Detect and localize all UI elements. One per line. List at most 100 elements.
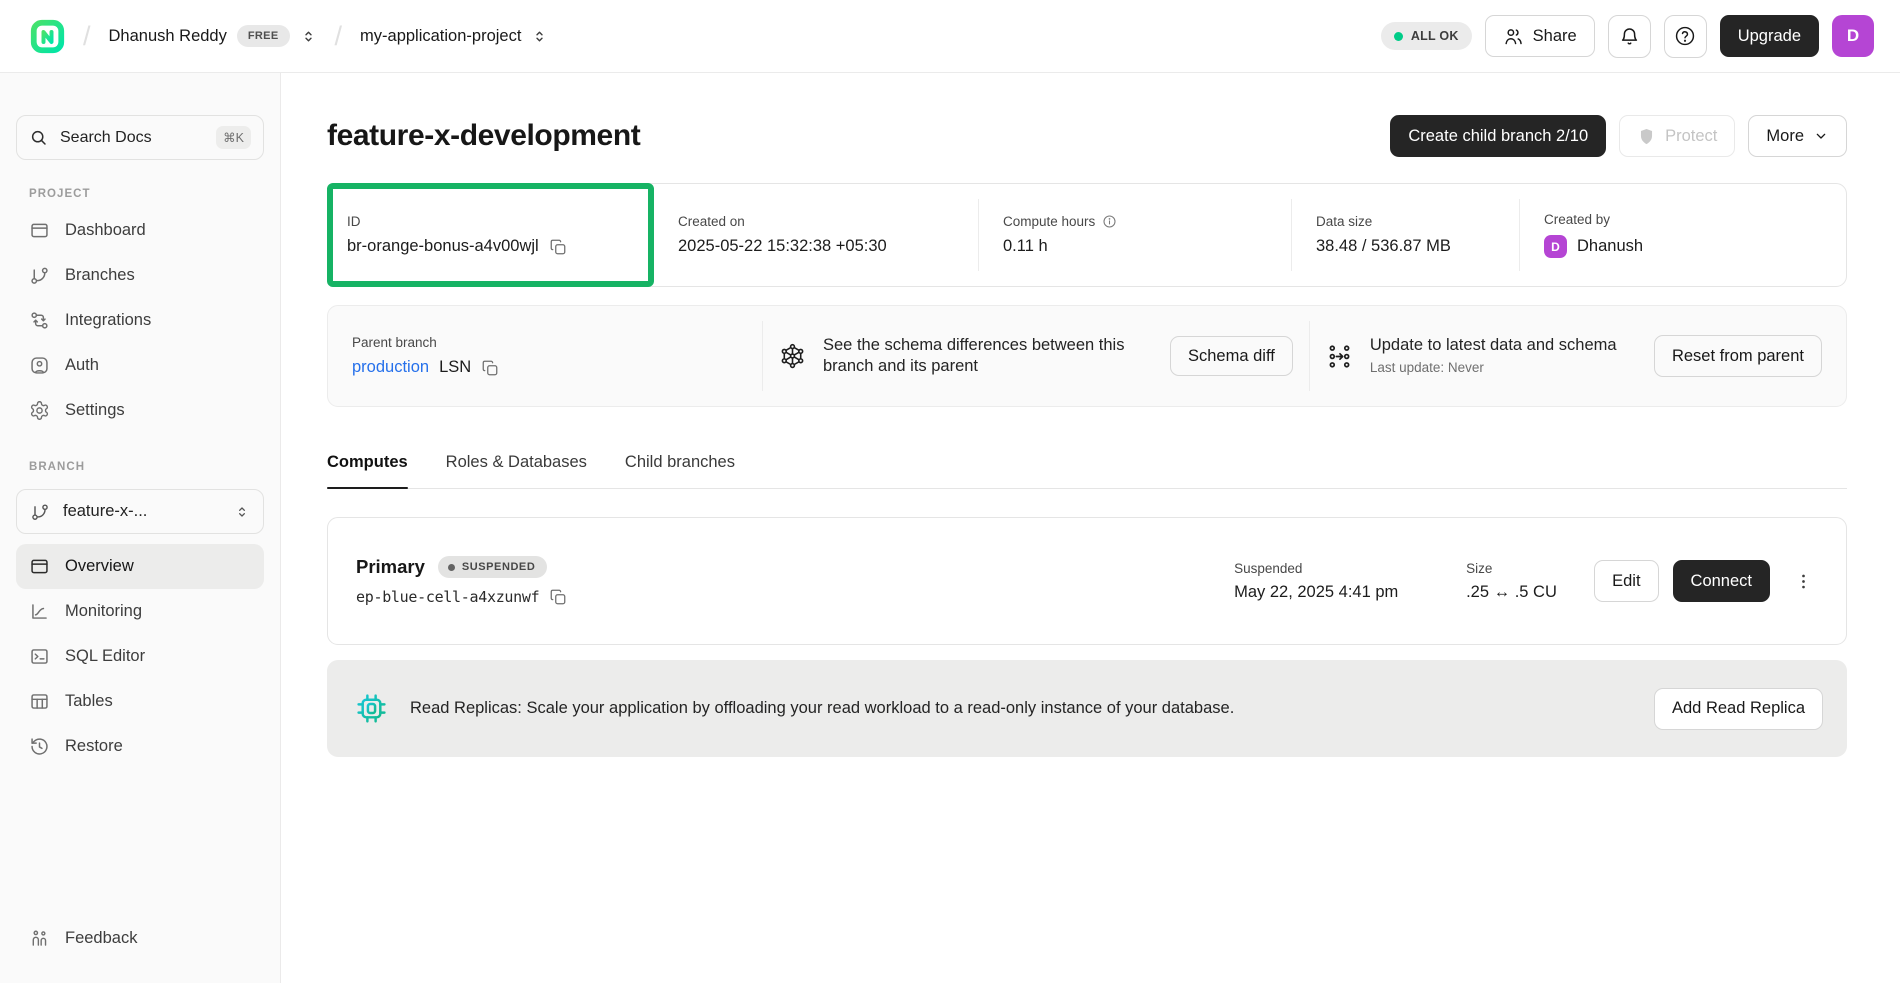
branch-id-value: br-orange-bonus-a4v00wjl bbox=[347, 237, 539, 256]
read-replica-banner: Read Replicas: Scale your application by… bbox=[327, 660, 1847, 757]
compute-card: Primary SUSPENDED ep-blue-cell-a4xzunwf … bbox=[327, 517, 1847, 645]
sidebar-item-label: SQL Editor bbox=[65, 647, 145, 666]
search-shortcut: ⌘K bbox=[216, 126, 251, 149]
sidebar-item-feedback[interactable]: Feedback bbox=[16, 916, 264, 961]
parent-branch-link[interactable]: production bbox=[352, 358, 429, 377]
sidebar-item-branches[interactable]: Branches bbox=[16, 253, 264, 298]
created-by-cell: Created by D Dhanush bbox=[1520, 184, 1667, 286]
branch-selector-value: feature-x-... bbox=[63, 502, 221, 521]
sidebar-item-label: Dashboard bbox=[65, 221, 146, 240]
more-button[interactable]: More bbox=[1748, 115, 1847, 157]
tab-child-branches[interactable]: Child branches bbox=[625, 453, 735, 488]
chevron-updown-icon bbox=[531, 28, 548, 45]
protect-button: Protect bbox=[1619, 115, 1735, 157]
people-icon bbox=[1503, 26, 1524, 47]
status-badge[interactable]: ALL OK bbox=[1381, 22, 1472, 50]
org-switcher[interactable]: Dhanush Reddy FREE bbox=[109, 25, 317, 47]
search-icon bbox=[29, 128, 48, 147]
branch-selector[interactable]: feature-x-... bbox=[16, 489, 264, 534]
suspended-badge: SUSPENDED bbox=[438, 556, 547, 578]
info-icon[interactable] bbox=[1102, 214, 1117, 229]
sidebar-item-tables[interactable]: Tables bbox=[16, 679, 264, 724]
sidebar-item-sql-editor[interactable]: SQL Editor bbox=[16, 634, 264, 679]
schema-diff-button[interactable]: Schema diff bbox=[1170, 336, 1293, 376]
lsn-label: LSN bbox=[439, 358, 471, 377]
id-label: ID bbox=[347, 214, 634, 229]
breadcrumb-divider: / bbox=[335, 21, 343, 52]
chevron-down-icon bbox=[1813, 128, 1829, 144]
suspended-dot-icon bbox=[448, 564, 455, 571]
search-docs-input[interactable]: Search Docs ⌘K bbox=[16, 115, 264, 160]
size-stat-label: Size bbox=[1466, 561, 1594, 576]
copy-icon[interactable] bbox=[549, 238, 567, 256]
share-button[interactable]: Share bbox=[1485, 15, 1595, 57]
compute-name: Primary bbox=[356, 556, 425, 578]
gear-icon bbox=[29, 400, 50, 421]
read-replica-description: Read Replicas: Scale your application by… bbox=[410, 699, 1234, 718]
sidebar-item-integrations[interactable]: Integrations bbox=[16, 298, 264, 343]
compute-hours-value: 0.11 h bbox=[1003, 237, 1048, 256]
breadcrumb: / Dhanush Reddy FREE / my-application-pr… bbox=[30, 19, 548, 54]
tables-grid-icon bbox=[29, 691, 50, 712]
sidebar-item-label: Branches bbox=[65, 266, 135, 285]
endpoint-id: ep-blue-cell-a4xzunwf bbox=[356, 588, 539, 606]
created-by-label: Created by bbox=[1544, 212, 1643, 227]
sidebar-item-dashboard[interactable]: Dashboard bbox=[16, 208, 264, 253]
bell-icon bbox=[1619, 26, 1640, 47]
help-button[interactable] bbox=[1664, 15, 1707, 58]
sidebar-item-overview[interactable]: Overview bbox=[16, 544, 264, 589]
tab-bar: Computes Roles & Databases Child branche… bbox=[327, 453, 1847, 489]
cpu-chip-icon bbox=[355, 692, 388, 725]
project-section-label: PROJECT bbox=[29, 188, 264, 200]
connect-button[interactable]: Connect bbox=[1673, 560, 1770, 602]
feedback-people-icon bbox=[29, 928, 50, 949]
status-dot-icon bbox=[1394, 32, 1403, 41]
restore-history-icon bbox=[29, 736, 50, 757]
sidebar-item-settings[interactable]: Settings bbox=[16, 388, 264, 433]
tab-roles-databases[interactable]: Roles & Databases bbox=[446, 453, 587, 488]
upgrade-button[interactable]: Upgrade bbox=[1720, 15, 1819, 57]
branch-id-cell-highlighted: ID br-orange-bonus-a4v00wjl bbox=[327, 183, 654, 287]
tab-computes[interactable]: Computes bbox=[327, 453, 408, 488]
neon-logo-icon[interactable] bbox=[30, 19, 65, 54]
sidebar: Search Docs ⌘K PROJECT Dashboard Branche… bbox=[0, 73, 281, 983]
create-child-branch-button[interactable]: Create child branch 2/10 bbox=[1390, 115, 1606, 157]
branch-section-label: BRANCH bbox=[29, 461, 264, 473]
kebab-menu-icon[interactable] bbox=[1784, 560, 1822, 602]
chevron-updown-icon bbox=[300, 28, 317, 45]
parent-branch-card: Parent branch production LSN See the sch… bbox=[327, 305, 1847, 407]
search-placeholder: Search Docs bbox=[60, 129, 204, 147]
integrations-icon bbox=[29, 310, 50, 331]
sidebar-item-auth[interactable]: Auth bbox=[16, 343, 264, 388]
reset-from-parent-button[interactable]: Reset from parent bbox=[1654, 335, 1822, 377]
chevron-updown-icon bbox=[234, 504, 250, 520]
suspended-stat-value: May 22, 2025 4:41 pm bbox=[1234, 583, 1398, 602]
parent-branch-label: Parent branch bbox=[352, 335, 738, 350]
schema-network-icon bbox=[779, 343, 806, 370]
project-switcher[interactable]: my-application-project bbox=[360, 27, 548, 46]
compute-hours-label: Compute hours bbox=[1003, 214, 1095, 229]
sidebar-item-label: Tables bbox=[65, 692, 113, 711]
parent-branch-cell: Parent branch production LSN bbox=[328, 306, 762, 406]
notifications-button[interactable] bbox=[1608, 15, 1651, 58]
compute-hours-cell: Compute hours 0.11 h bbox=[979, 184, 1291, 286]
copy-icon[interactable] bbox=[481, 359, 499, 377]
git-branch-icon bbox=[30, 502, 50, 522]
sidebar-item-label: Auth bbox=[65, 356, 99, 375]
created-on-cell: Created on 2025-05-22 15:32:38 +05:30 bbox=[654, 184, 978, 286]
copy-icon[interactable] bbox=[549, 588, 567, 606]
sql-editor-icon bbox=[29, 646, 50, 667]
creator-avatar: D bbox=[1544, 235, 1567, 258]
sidebar-item-restore[interactable]: Restore bbox=[16, 724, 264, 769]
main-content: feature-x-development Create child branc… bbox=[281, 73, 1900, 983]
sidebar-item-monitoring[interactable]: Monitoring bbox=[16, 589, 264, 634]
top-bar: / Dhanush Reddy FREE / my-application-pr… bbox=[0, 0, 1900, 73]
add-read-replica-button[interactable]: Add Read Replica bbox=[1654, 688, 1823, 730]
suspended-stat-label: Suspended bbox=[1234, 561, 1466, 576]
size-stat-value: .25 ↔ .5 CU bbox=[1466, 583, 1557, 602]
dashboard-icon bbox=[29, 220, 50, 241]
user-avatar[interactable]: D bbox=[1832, 15, 1874, 57]
help-circle-icon bbox=[1674, 25, 1696, 47]
more-label: More bbox=[1766, 127, 1804, 146]
edit-compute-button[interactable]: Edit bbox=[1594, 560, 1658, 602]
